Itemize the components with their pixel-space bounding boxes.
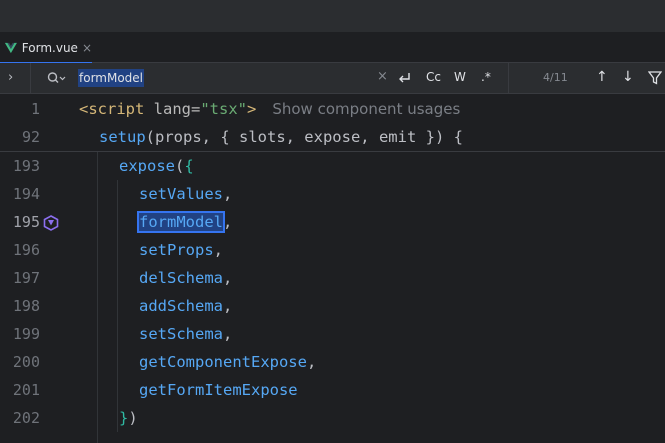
code-token: getFormItemExpose <box>139 381 298 399</box>
code-token: setValues <box>139 185 223 203</box>
code-token: { <box>184 157 194 175</box>
code-token: setSchema <box>139 325 223 343</box>
code-token: addSchema <box>139 297 223 315</box>
search-history-icon[interactable] <box>46 70 66 86</box>
code-token: getComponentExpose <box>139 353 307 371</box>
code-line: setProps, <box>139 236 223 264</box>
vue-component-gutter-icon[interactable] <box>43 215 59 231</box>
show-component-usages-link[interactable]: Show component usages <box>272 100 460 118</box>
indent-guide <box>97 152 98 443</box>
tab-close-icon[interactable]: × <box>82 41 92 55</box>
code-token: lang= <box>144 100 201 118</box>
search-match-highlight: formModel <box>137 211 225 233</box>
code-token: <script <box>79 100 145 118</box>
line-number: 200 <box>12 353 40 371</box>
line-number: 194 <box>12 185 40 203</box>
match-case-toggle[interactable]: Cc <box>426 70 441 84</box>
sticky-lines-panel[interactable]: 1 <script lang="tsx"> Show component usag… <box>0 94 665 152</box>
code-line: addSchema, <box>139 292 232 320</box>
code-line: expose({ <box>119 152 194 180</box>
code-token: , <box>223 269 233 287</box>
code-token: expose <box>119 157 175 175</box>
code-token: , <box>223 213 233 231</box>
match-count: 4/11 <box>543 71 568 84</box>
code-line: }) <box>119 404 138 432</box>
code-line: getFormItemExpose <box>139 376 298 404</box>
editor-tab-bar: Form.vue × <box>0 32 665 64</box>
clear-search-icon[interactable]: × <box>377 69 388 84</box>
search-input[interactable]: formModel <box>78 69 145 87</box>
code-token: setProps <box>139 241 214 259</box>
code-token: "tsx" <box>200 100 247 118</box>
line-number: 197 <box>12 269 40 287</box>
sticky-line-setup[interactable]: setup(props, { slots, expose, emit }) { <box>99 123 463 151</box>
find-divider <box>30 63 31 94</box>
regex-toggle[interactable]: .* <box>481 70 491 84</box>
tab-form-vue[interactable]: Form.vue × <box>0 32 92 64</box>
code-token: , <box>223 297 233 315</box>
line-number: 201 <box>12 381 40 399</box>
sticky-line-script[interactable]: <script lang="tsx"> Show component usages <box>79 95 460 123</box>
code-token: ) <box>128 409 138 427</box>
newline-icon[interactable] <box>397 71 412 85</box>
line-number: 92 <box>21 128 40 146</box>
code-line: setSchema, <box>139 320 232 348</box>
line-number: 193 <box>12 157 40 175</box>
code-token: (props, { slots, expose, emit }) { <box>145 128 463 146</box>
code-token: , <box>223 325 233 343</box>
tab-label: Form.vue <box>21 40 78 55</box>
find-divider-right <box>508 63 509 94</box>
code-editor[interactable]: 193 expose({ 194 setValues, 195 formMode… <box>0 94 665 443</box>
line-number: 199 <box>12 325 40 343</box>
code-token: , <box>223 185 233 203</box>
code-line: getComponentExpose, <box>139 348 316 376</box>
indent-guide <box>117 180 118 432</box>
title-bar <box>0 0 665 32</box>
code-token: ( <box>175 157 185 175</box>
code-token: } <box>119 409 129 427</box>
code-token: delSchema <box>139 269 223 287</box>
code-token: > <box>247 100 257 118</box>
expand-replace-chevron-icon[interactable]: › <box>8 70 22 86</box>
code-line: delSchema, <box>139 264 232 292</box>
line-number-current: 195 <box>12 213 40 231</box>
filter-icon[interactable] <box>648 71 662 85</box>
next-occurrence-icon[interactable]: ↓ <box>622 69 634 85</box>
line-number: 1 <box>30 100 40 118</box>
vue-file-icon <box>4 42 17 53</box>
code-token: , <box>213 241 223 259</box>
line-number: 196 <box>12 241 40 259</box>
code-line: setValues, <box>139 180 232 208</box>
code-token: , <box>306 353 317 371</box>
line-number: 202 <box>12 409 40 427</box>
whole-words-toggle[interactable]: W <box>454 70 466 84</box>
previous-occurrence-icon[interactable]: ↑ <box>596 69 608 85</box>
code-token: setup <box>99 128 146 146</box>
line-number: 198 <box>12 297 40 315</box>
code-line-current: formModel, <box>137 208 233 236</box>
